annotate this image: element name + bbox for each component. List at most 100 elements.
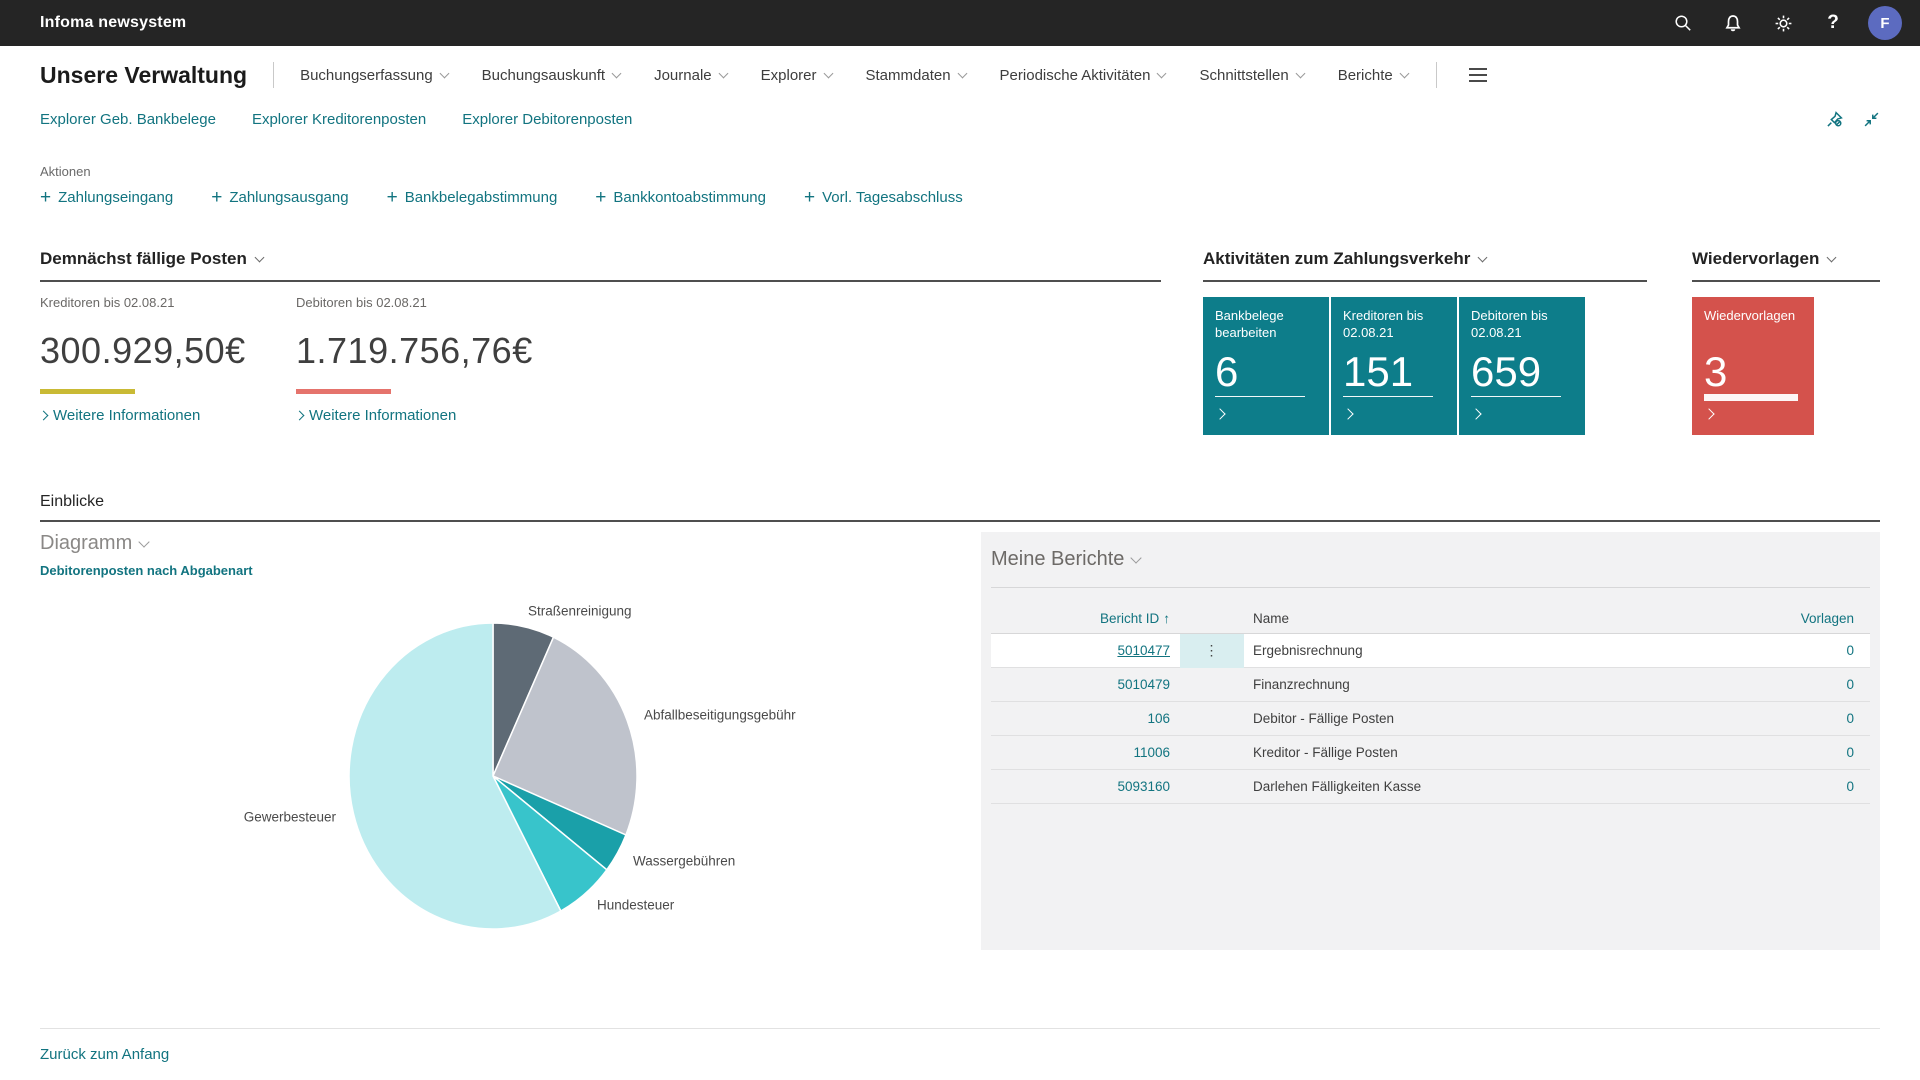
avatar[interactable]: F — [1868, 6, 1902, 40]
section-payment-activities: Aktivitäten zum Zahlungsverkehr Bankbele… — [1203, 249, 1647, 435]
menu-buchungsauskunft[interactable]: Buchungsauskunft — [482, 67, 620, 84]
link-explorer-debitorenposten[interactable]: Explorer Debitorenposten — [462, 111, 632, 128]
chevron-down-icon[interactable] — [1131, 552, 1142, 563]
report-id-link[interactable]: 5010477 — [991, 643, 1170, 658]
report-name: Darlehen Fälligkeiten Kasse — [1244, 779, 1780, 794]
table-row[interactable]: 11006 Kreditor - Fällige Posten 0 — [991, 736, 1870, 770]
menu-explorer[interactable]: Explorer — [761, 67, 832, 84]
chevron-down-icon — [957, 68, 967, 78]
app-title: Infoma newsystem — [40, 14, 186, 32]
report-id-link[interactable]: 106 — [991, 711, 1170, 726]
reports-table-header: Bericht ID↑ Name Vorlagen — [991, 604, 1870, 634]
table-row[interactable]: 106 Debitor - Fällige Posten 0 — [991, 702, 1870, 736]
link-explorer-kreditorenposten[interactable]: Explorer Kreditorenposten — [252, 111, 426, 128]
more-info-link[interactable]: Weitere Informationen — [296, 407, 552, 424]
search-button[interactable] — [1658, 0, 1708, 46]
kpi-trend-bar — [296, 389, 391, 394]
nav-menus: Buchungserfassung Buchungsauskunft Journ… — [300, 67, 1408, 84]
unpin-icon[interactable] — [1826, 111, 1843, 128]
report-id-link[interactable]: 5093160 — [991, 779, 1170, 794]
chevron-down-icon[interactable] — [1478, 252, 1488, 262]
notifications-button[interactable] — [1708, 0, 1758, 46]
sort-ascending-icon: ↑ — [1163, 611, 1170, 626]
menu-journale[interactable]: Journale — [654, 67, 727, 84]
kpi-trend-bar — [40, 389, 135, 394]
cue-tile-bankbelege[interactable]: Bankbelege bearbeiten 6 — [1203, 297, 1329, 435]
report-name: Finanzrechnung — [1244, 677, 1780, 692]
menu-stammdaten[interactable]: Stammdaten — [866, 67, 966, 84]
action-zahlungseingang[interactable]: +Zahlungseingang — [40, 188, 173, 207]
action-zahlungsausgang[interactable]: +Zahlungsausgang — [211, 188, 348, 207]
row-actions-ellipsis-icon[interactable]: ⋮ — [1180, 634, 1244, 668]
menu-periodische-aktivitaeten[interactable]: Periodische Aktivitäten — [1000, 67, 1166, 84]
cue-tile-debitoren[interactable]: Debitoren bis 02.08.21 659 — [1459, 297, 1585, 435]
help-icon: ? — [1827, 12, 1839, 34]
more-info-link[interactable]: Weitere Informationen — [40, 407, 296, 424]
section-title-reminders: Wiedervorlagen — [1692, 249, 1880, 282]
bell-icon — [1724, 14, 1742, 32]
collapse-icon[interactable] — [1863, 111, 1880, 128]
table-row[interactable]: 5010479 Finanzrechnung 0 — [991, 668, 1870, 702]
cue-tile-kreditoren[interactable]: Kreditoren bis 02.08.21 151 — [1331, 297, 1457, 435]
action-bankbelegabstimmung[interactable]: +Bankbelegabstimmung — [387, 188, 558, 207]
report-templates-count[interactable]: 0 — [1780, 779, 1870, 794]
gear-icon — [1774, 14, 1793, 33]
action-vorl-tagesabschluss[interactable]: +Vorl. Tagesabschluss — [804, 188, 963, 207]
chevron-down-icon — [439, 68, 449, 78]
report-templates-count[interactable]: 0 — [1780, 677, 1870, 692]
kpi-amount[interactable]: 1.719.756,76€ — [296, 330, 552, 372]
section-title-activities: Aktivitäten zum Zahlungsverkehr — [1203, 249, 1647, 282]
pie-slice-label: Gewerbesteuer — [244, 810, 336, 825]
chevron-right-icon — [39, 411, 49, 421]
report-templates-count[interactable]: 0 — [1780, 745, 1870, 760]
settings-button[interactable] — [1758, 0, 1808, 46]
report-templates-count[interactable]: 0 — [1780, 643, 1870, 658]
column-header-name[interactable]: Name — [1244, 611, 1780, 626]
table-row[interactable]: 5093160 Darlehen Fälligkeiten Kasse 0 — [991, 770, 1870, 804]
column-header-vorlagen[interactable]: Vorlagen — [1780, 611, 1870, 626]
chevron-right-icon — [1705, 405, 1719, 423]
my-reports-title: Meine Berichte — [981, 548, 1880, 571]
back-to-top-link[interactable]: Zurück zum Anfang — [40, 1046, 169, 1080]
main-navigation: Unsere Verwaltung Buchungserfassung Buch… — [0, 46, 1920, 104]
pie-slice-label: Abfallbeseitigungsgebühr — [644, 708, 796, 723]
pie-chart: StraßenreinigungAbfallbeseitigungsgebühr… — [40, 532, 981, 994]
menu-schnittstellen[interactable]: Schnittstellen — [1199, 67, 1303, 84]
report-id-link[interactable]: 5010479 — [991, 677, 1170, 692]
chart-panel: Diagramm Debitorenposten nach Abgabenart… — [40, 532, 981, 994]
action-bankkontoabstimmung[interactable]: +Bankkontoabstimmung — [595, 188, 766, 207]
menu-buchungserfassung[interactable]: Buchungserfassung — [300, 67, 448, 84]
help-button[interactable]: ? — [1808, 0, 1858, 46]
chevron-down-icon — [718, 68, 728, 78]
company-name[interactable]: Unsere Verwaltung — [40, 62, 247, 89]
report-name: Ergebnisrechnung — [1244, 643, 1780, 658]
chevron-right-icon — [1472, 405, 1486, 423]
pie-chart-svg[interactable] — [347, 621, 639, 931]
section-due-items: Demnächst fällige Posten Kreditoren bis … — [40, 249, 1161, 435]
column-header-bericht-id[interactable]: Bericht ID↑ — [991, 611, 1170, 626]
chevron-down-icon — [612, 68, 622, 78]
kpi-amount[interactable]: 300.929,50€ — [40, 330, 296, 372]
hamburger-menu-icon[interactable] — [1465, 64, 1491, 85]
pie-slice-label: Hundesteuer — [597, 898, 674, 913]
section-title-due: Demnächst fällige Posten — [40, 249, 1161, 282]
chevron-down-icon — [823, 68, 833, 78]
chevron-down-icon — [1295, 68, 1305, 78]
chevron-down-icon[interactable] — [1827, 252, 1837, 262]
kpi-caption: Kreditoren bis 02.08.21 — [40, 295, 296, 310]
chevron-down-icon[interactable] — [254, 252, 264, 262]
chevron-right-icon — [1216, 405, 1230, 423]
chevron-down-icon — [1157, 68, 1167, 78]
quick-links-bar: Explorer Geb. Bankbelege Explorer Kredit… — [0, 104, 1920, 140]
link-explorer-geb-bankbelege[interactable]: Explorer Geb. Bankbelege — [40, 111, 216, 128]
report-id-link[interactable]: 11006 — [991, 745, 1170, 760]
top-bar-actions: ? F — [1658, 0, 1910, 46]
menu-berichte[interactable]: Berichte — [1338, 67, 1408, 84]
cue-tile-wiedervorlagen[interactable]: Wiedervorlagen 3 — [1692, 297, 1814, 435]
search-icon — [1674, 14, 1692, 32]
report-templates-count[interactable]: 0 — [1780, 711, 1870, 726]
table-row[interactable]: 5010477 ⋮ Ergebnisrechnung 0 — [991, 634, 1870, 668]
kpi-debitoren: Debitoren bis 02.08.21 1.719.756,76€ Wei… — [296, 282, 552, 424]
actions-row: +Zahlungseingang +Zahlungsausgang +Bankb… — [40, 188, 1880, 207]
report-name: Kreditor - Fällige Posten — [1244, 745, 1780, 760]
